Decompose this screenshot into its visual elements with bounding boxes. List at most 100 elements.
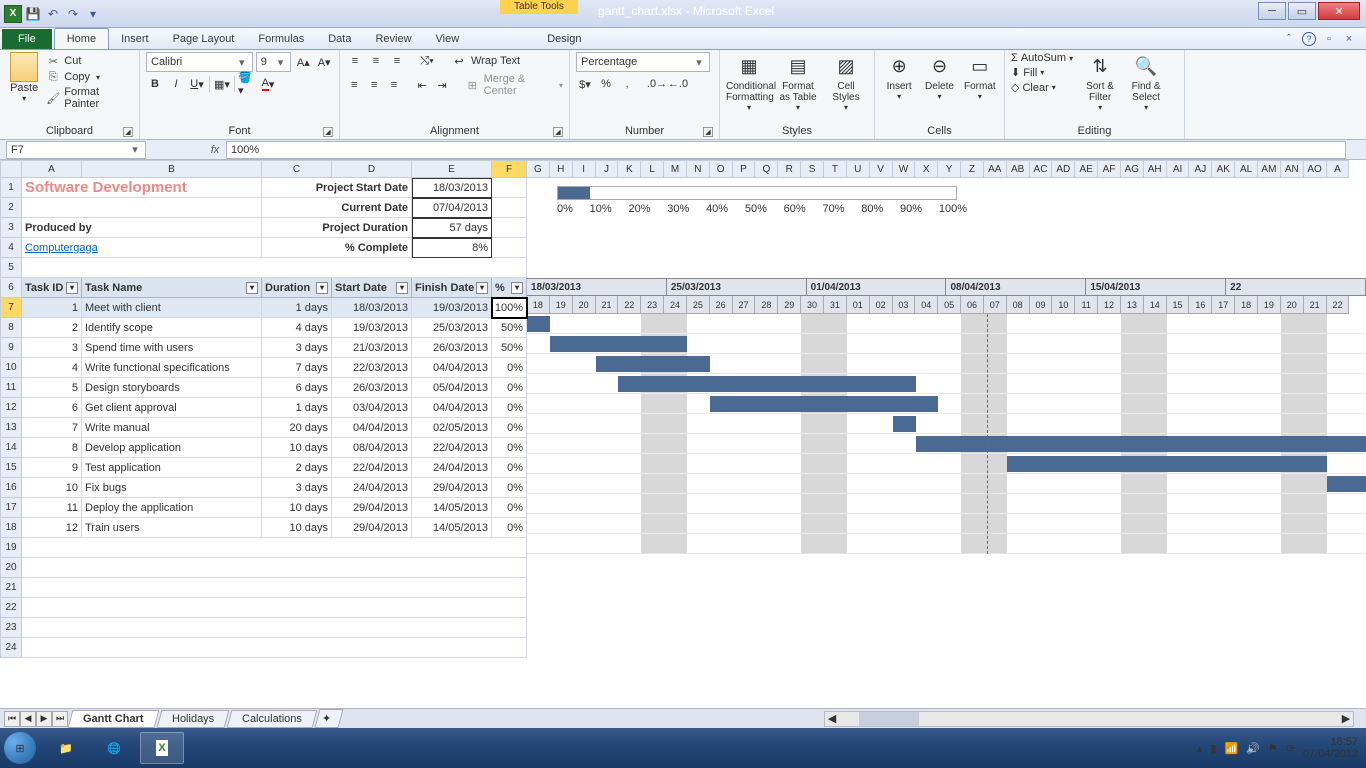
accounting-format-icon[interactable]: $▾ xyxy=(576,75,594,93)
new-sheet-button[interactable]: ✦ xyxy=(314,709,343,728)
show-hidden-icons-icon[interactable]: ▴ xyxy=(1197,742,1203,755)
col-header[interactable]: Y xyxy=(938,160,961,178)
row-header[interactable]: 3 xyxy=(0,218,22,238)
tab-nav-first-icon[interactable]: ⏮ xyxy=(4,711,20,727)
tab-home[interactable]: Home xyxy=(54,28,109,49)
col-header[interactable]: AK xyxy=(1212,160,1235,178)
col-header[interactable]: J xyxy=(596,160,619,178)
col-header[interactable]: AB xyxy=(1007,160,1030,178)
row-header[interactable]: 11 xyxy=(0,378,22,398)
col-duration[interactable]: Duration▾ xyxy=(262,278,332,298)
col-header[interactable]: T xyxy=(824,160,847,178)
row-header[interactable]: 18 xyxy=(0,518,22,538)
col-header[interactable]: B xyxy=(82,160,262,178)
row-header[interactable]: 16 xyxy=(0,478,22,498)
number-format-combo[interactable]: Percentage▾ xyxy=(576,52,710,72)
col-header[interactable]: M xyxy=(664,160,687,178)
col-header[interactable]: AF xyxy=(1098,160,1121,178)
col-header[interactable]: O xyxy=(710,160,733,178)
col-header[interactable]: AL xyxy=(1235,160,1258,178)
excel-icon[interactable]: X xyxy=(4,5,22,23)
comma-format-icon[interactable]: , xyxy=(618,75,636,93)
increase-decimal-icon[interactable]: .0→ xyxy=(648,75,666,93)
scroll-left-icon[interactable]: ◀ xyxy=(825,712,839,726)
orientation-icon[interactable]: ⤭▾ xyxy=(418,52,436,70)
volume-icon[interactable]: 🔊 xyxy=(1246,742,1260,755)
dialog-launcher-icon[interactable]: ◢ xyxy=(323,127,333,137)
col-header[interactable]: AN xyxy=(1281,160,1304,178)
align-center-icon[interactable]: ≡ xyxy=(366,76,383,94)
filter-icon[interactable]: ▾ xyxy=(511,282,523,294)
minimize-button[interactable]: ─ xyxy=(1258,2,1286,20)
col-header[interactable]: P xyxy=(733,160,756,178)
gantt-bar[interactable] xyxy=(710,396,939,412)
align-bottom-icon[interactable]: ≡ xyxy=(388,52,406,70)
tab-review[interactable]: Review xyxy=(363,29,423,49)
dialog-launcher-icon[interactable]: ◢ xyxy=(553,127,563,137)
name-box[interactable]: F7▾ xyxy=(6,141,146,159)
sort-filter-button[interactable]: ⇅Sort & Filter▾ xyxy=(1081,52,1119,112)
filter-icon[interactable]: ▾ xyxy=(396,282,408,294)
delete-cells-button[interactable]: ⊖Delete▾ xyxy=(921,52,957,101)
gantt-bar[interactable] xyxy=(550,336,687,352)
taskbar-explorer[interactable]: 📁 xyxy=(44,732,88,764)
col-header[interactable]: AE xyxy=(1075,160,1098,178)
row-header[interactable]: 1 xyxy=(0,178,22,198)
col-header[interactable]: R xyxy=(778,160,801,178)
row-header[interactable]: 9 xyxy=(0,338,22,358)
italic-button[interactable]: I xyxy=(167,75,185,93)
fill-button[interactable]: ⬇Fill▾ xyxy=(1011,66,1073,79)
gantt-bar[interactable] xyxy=(916,436,1366,452)
cell-styles-button[interactable]: ▨Cell Styles▾ xyxy=(824,52,868,112)
col-header[interactable]: AA xyxy=(984,160,1007,178)
row-header[interactable]: 21 xyxy=(0,578,22,598)
tab-page-layout[interactable]: Page Layout xyxy=(161,29,247,49)
format-cells-button[interactable]: ▭Format▾ xyxy=(962,52,998,101)
font-color-button[interactable]: A▾ xyxy=(259,75,277,93)
format-painter-button[interactable]: 🖌Format Painter xyxy=(46,86,133,110)
gantt-bar[interactable] xyxy=(1327,476,1366,492)
gantt-bar[interactable] xyxy=(1007,456,1327,472)
percent-format-icon[interactable]: % xyxy=(597,75,615,93)
battery-icon[interactable]: ▮ xyxy=(1210,742,1216,755)
col-header[interactable]: U xyxy=(847,160,870,178)
value[interactable]: 18/03/2013 xyxy=(412,178,492,198)
bold-button[interactable]: B xyxy=(146,75,164,93)
redo-icon[interactable]: ↷ xyxy=(64,5,82,23)
col-header[interactable]: N xyxy=(687,160,710,178)
row-header[interactable]: 20 xyxy=(0,558,22,578)
clear-button[interactable]: ◇Clear▾ xyxy=(1011,81,1073,94)
col-header[interactable]: A xyxy=(1327,160,1350,178)
filter-icon[interactable]: ▾ xyxy=(246,282,258,294)
shrink-font-icon[interactable]: A▾ xyxy=(315,53,333,71)
col-header[interactable]: AI xyxy=(1167,160,1190,178)
action-center-icon[interactable]: ⚑ xyxy=(1268,742,1278,755)
col-header[interactable]: AD xyxy=(1052,160,1075,178)
undo-icon[interactable]: ↶ xyxy=(44,5,62,23)
col-header[interactable]: AH xyxy=(1144,160,1167,178)
cut-button[interactable]: ✂Cut xyxy=(46,54,133,68)
col-taskname[interactable]: Task Name▾ xyxy=(82,278,262,298)
col-header[interactable]: A xyxy=(22,160,82,178)
start-button[interactable]: ⊞ xyxy=(0,728,40,768)
border-button[interactable]: ▦▾ xyxy=(213,75,231,93)
filter-icon[interactable]: ▾ xyxy=(476,282,488,294)
row-header[interactable]: 10 xyxy=(0,358,22,378)
col-header[interactable]: AM xyxy=(1258,160,1281,178)
col-header[interactable]: Q xyxy=(755,160,778,178)
network-icon[interactable]: 📶 xyxy=(1224,742,1238,755)
copy-button[interactable]: ⎘Copy▾ xyxy=(46,70,133,84)
row-header[interactable]: 15 xyxy=(0,458,22,478)
col-header[interactable]: I xyxy=(573,160,596,178)
autosum-button[interactable]: ΣAutoSum▾ xyxy=(1011,52,1073,64)
row-header[interactable]: 4 xyxy=(0,238,22,258)
conditional-formatting-button[interactable]: ▦Conditional Formatting▾ xyxy=(726,52,772,112)
wrap-text-button[interactable]: Wrap Text xyxy=(471,55,520,67)
taskbar-excel[interactable]: X xyxy=(140,732,184,764)
row-header[interactable]: 24 xyxy=(0,638,22,658)
fx-icon[interactable]: fx xyxy=(206,144,224,156)
formula-bar[interactable]: 100% xyxy=(226,141,1346,159)
gantt-bar[interactable] xyxy=(893,416,916,432)
tab-nav-last-icon[interactable]: ⏭ xyxy=(52,711,68,727)
tab-insert[interactable]: Insert xyxy=(109,29,161,49)
